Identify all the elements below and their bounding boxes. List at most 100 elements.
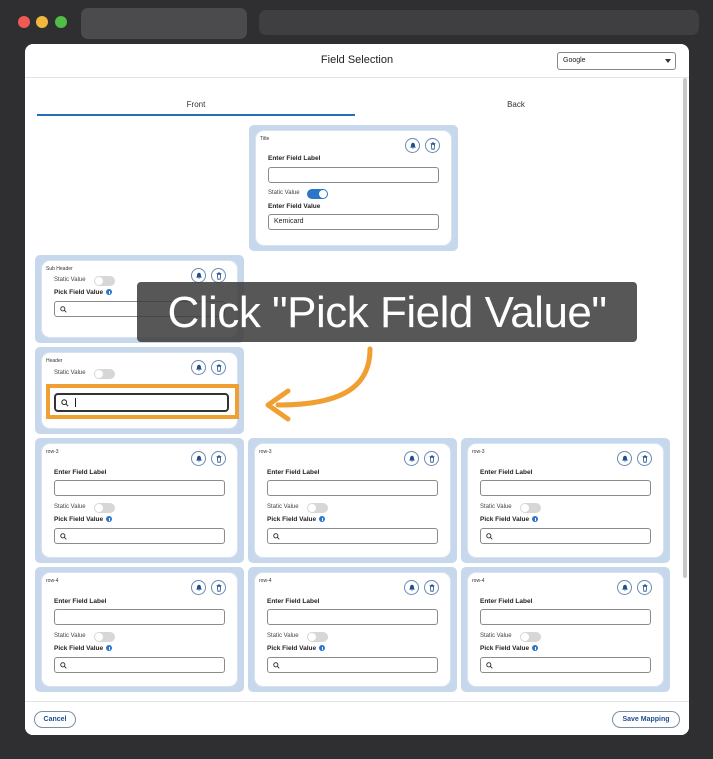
vertical-scrollbar[interactable]: [683, 78, 687, 578]
static-value-toggle[interactable]: [94, 632, 115, 642]
trash-icon-button[interactable]: [637, 580, 652, 595]
bell-icon: [196, 455, 202, 463]
field-label-input[interactable]: [480, 609, 651, 625]
tab-back[interactable]: Back: [357, 96, 675, 116]
static-value-toggle[interactable]: [94, 276, 115, 286]
field-label-input[interactable]: [54, 480, 225, 496]
trash-icon-button[interactable]: [424, 580, 439, 595]
info-icon: [106, 289, 113, 296]
card-name: row-3: [46, 449, 59, 455]
trash-icon-button[interactable]: [211, 580, 226, 595]
field-value-search-input[interactable]: [54, 657, 225, 673]
static-value-toggle[interactable]: [94, 503, 115, 513]
card-name: Header: [46, 358, 63, 364]
header-field-value-search-input[interactable]: [54, 393, 229, 412]
field-label-input[interactable]: [480, 480, 651, 496]
address-bar[interactable]: [259, 10, 699, 35]
field-value-search-input[interactable]: [54, 528, 225, 544]
field-value-search-input[interactable]: [267, 528, 438, 544]
static-value-toggle[interactable]: [520, 632, 541, 642]
field-label-heading: Enter Field Label: [267, 469, 320, 476]
pick-field-value-heading[interactable]: Pick Field Value: [54, 645, 113, 652]
pointer-arrow-icon: [265, 346, 373, 422]
bell-icon-button[interactable]: [617, 451, 632, 466]
pick-field-value-heading[interactable]: Pick Field Value: [267, 645, 326, 652]
trash-icon: [430, 142, 436, 150]
trash-icon-button[interactable]: [637, 451, 652, 466]
maximize-window-button[interactable]: [55, 16, 67, 28]
search-icon: [486, 533, 493, 540]
modal-header: Field Selection Google: [25, 44, 689, 78]
field-value-search-input[interactable]: [480, 528, 651, 544]
save-mapping-button[interactable]: Save Mapping: [612, 711, 680, 728]
row-3-card: row-3 Enter Field Label Static Value Pic…: [461, 438, 670, 563]
trash-icon-button[interactable]: [211, 268, 226, 283]
bell-icon-button[interactable]: [191, 451, 206, 466]
static-value-toggle[interactable]: [520, 503, 541, 513]
close-window-button[interactable]: [18, 16, 30, 28]
pick-field-value-heading[interactable]: Pick Field Value: [480, 645, 539, 652]
static-value-label: Static Value: [54, 370, 86, 376]
provider-select-value: Google: [563, 57, 586, 64]
pick-field-value-label: Pick Field Value: [54, 645, 104, 652]
pick-field-value-label: Pick Field Value: [267, 516, 317, 523]
row-3-card: row-3 Enter Field Label Static Value Pic…: [248, 438, 457, 563]
field-value-input[interactable]: Kemicard: [268, 214, 439, 230]
text-cursor: [75, 398, 76, 407]
field-label-input[interactable]: [268, 167, 439, 183]
bell-icon-button[interactable]: [191, 580, 206, 595]
field-label-heading: Enter Field Label: [54, 469, 107, 476]
field-label-heading: Enter Field Label: [54, 598, 107, 605]
trash-icon-button[interactable]: [211, 360, 226, 375]
bell-icon: [196, 584, 202, 592]
field-label-heading: Enter Field Label: [267, 598, 320, 605]
trash-icon-button[interactable]: [425, 138, 440, 153]
card-name: Title: [260, 136, 270, 142]
pick-field-value-heading[interactable]: Pick Field Value: [267, 516, 326, 523]
bell-icon: [196, 272, 202, 280]
static-value-toggle[interactable]: [307, 503, 328, 513]
window-titlebar: [0, 0, 713, 44]
bell-icon: [409, 455, 415, 463]
pick-field-value-label: Pick Field Value: [480, 516, 530, 523]
bell-icon-button[interactable]: [191, 360, 206, 375]
search-icon: [273, 533, 280, 540]
pick-field-value-heading[interactable]: Pick Field Value: [54, 516, 113, 523]
bell-icon-button[interactable]: [405, 138, 420, 153]
field-label-input[interactable]: [54, 609, 225, 625]
static-value-toggle[interactable]: [94, 369, 115, 379]
card-name: row-4: [46, 578, 59, 584]
browser-tab[interactable]: [81, 8, 247, 39]
bell-icon-button[interactable]: [404, 580, 419, 595]
bell-icon-button[interactable]: [191, 268, 206, 283]
info-icon: [532, 645, 539, 652]
row-4-card: row-4 Enter Field Label Static Value Pic…: [35, 567, 244, 692]
static-value-label: Static Value: [54, 633, 86, 639]
bell-icon-button[interactable]: [404, 451, 419, 466]
static-value-toggle[interactable]: [307, 189, 328, 199]
pick-field-value-label: Pick Field Value: [480, 645, 530, 652]
bell-icon: [622, 455, 628, 463]
card-name: Sub Header: [46, 266, 73, 272]
minimize-window-button[interactable]: [36, 16, 48, 28]
cancel-button[interactable]: Cancel: [34, 711, 76, 728]
trash-icon-button[interactable]: [424, 451, 439, 466]
field-label-input[interactable]: [267, 609, 438, 625]
pick-field-value-heading[interactable]: Pick Field Value: [480, 516, 539, 523]
static-value-toggle[interactable]: [307, 632, 328, 642]
pick-field-value-heading[interactable]: Pick Field Value: [54, 289, 113, 296]
field-label-input[interactable]: [267, 480, 438, 496]
field-label-heading: Enter Field Label: [480, 598, 533, 605]
tab-front[interactable]: Front: [37, 96, 355, 116]
static-value-label: Static Value: [268, 190, 300, 196]
side-tabs: Front Back: [37, 96, 675, 116]
field-label-heading: Enter Field Label: [480, 469, 533, 476]
field-value-search-input[interactable]: [480, 657, 651, 673]
provider-select[interactable]: Google: [557, 52, 676, 70]
field-value-search-input[interactable]: [267, 657, 438, 673]
trash-icon: [216, 364, 222, 372]
trash-icon-button[interactable]: [211, 451, 226, 466]
chevron-down-icon: [665, 59, 671, 63]
bell-icon-button[interactable]: [617, 580, 632, 595]
pick-field-value-label: Pick Field Value: [267, 645, 317, 652]
